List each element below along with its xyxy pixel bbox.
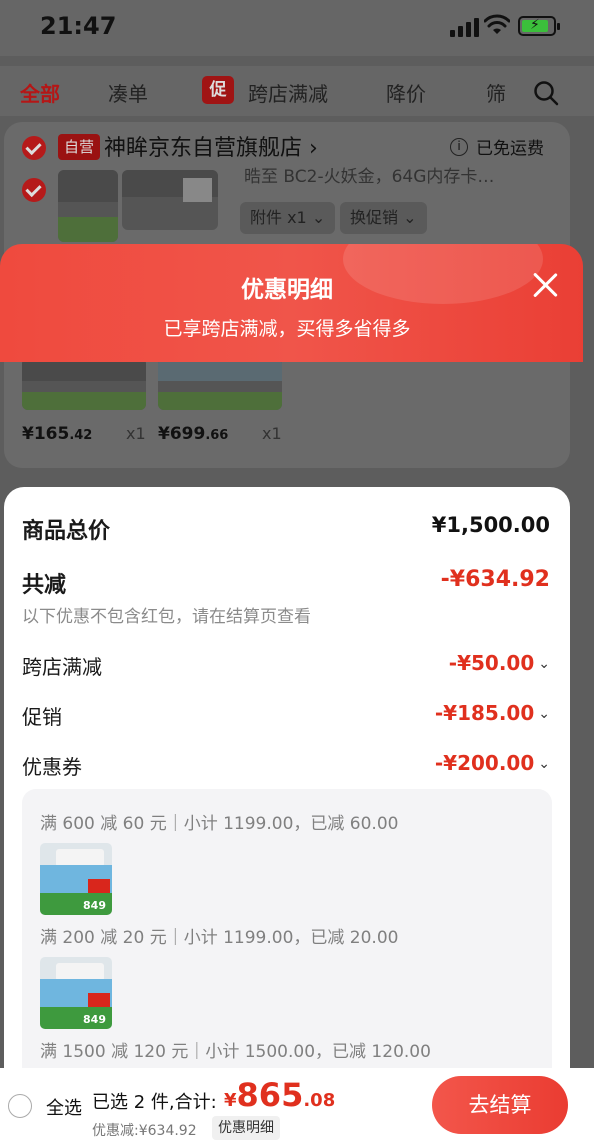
product-description[interactable]: 晧至 BC2-火妖金，64G内存卡… xyxy=(244,162,494,187)
chevron-down-icon[interactable]: ⌄ xyxy=(538,656,550,672)
item-qty: x1 xyxy=(262,424,282,443)
wifi-icon xyxy=(484,14,510,34)
coupon-line: 满 200 减 20 元｜小计 1199.00，已减 20.00 xyxy=(40,928,399,948)
checkout-bar: 全选 已选 2 件,合计: ¥865.08 优惠减:¥634.92 优惠明细 去… xyxy=(0,1068,594,1144)
checkout-button[interactable]: 去结算 xyxy=(432,1076,568,1134)
product-thumbnail[interactable]: 849 xyxy=(40,843,112,915)
tab-bundle[interactable]: 凑单 xyxy=(108,78,148,107)
attachments-pill[interactable]: 附件 x1 ⌄ xyxy=(240,202,336,234)
selected-summary: 已选 2 件,合计: xyxy=(92,1092,217,1113)
product-thumbnail[interactable] xyxy=(58,170,118,242)
tab-cross-store[interactable]: 跨店满减 xyxy=(248,78,328,107)
tab-all[interactable]: 全部 xyxy=(20,78,60,107)
free-shipping-label: i 已免运费 xyxy=(450,134,544,159)
promotion-value[interactable]: -¥185.00 ⌄ xyxy=(435,701,550,725)
coupon-label[interactable]: 优惠券 xyxy=(22,751,82,780)
total-price: ¥865.08 xyxy=(224,1076,336,1114)
tab-price-drop[interactable]: 降价 xyxy=(386,78,426,107)
product-thumbnail[interactable] xyxy=(22,358,146,410)
product-thumbnail[interactable]: 849 xyxy=(40,957,112,1029)
banner-subtitle: 已享跨店满减，买得多省得多 xyxy=(163,318,411,340)
change-promo-pill[interactable]: 换促销 ⌄ xyxy=(340,202,427,234)
total-discount-label: 共减 xyxy=(22,573,67,598)
banner-title: 优惠明细 xyxy=(241,277,333,303)
cross-store-value[interactable]: -¥50.00 ⌄ xyxy=(449,651,550,675)
info-icon: i xyxy=(450,137,468,156)
cellular-signal-icon xyxy=(450,18,479,37)
chevron-down-icon[interactable]: ⌄ xyxy=(538,756,550,772)
store-name[interactable]: 神眸京东自营旗舰店 › xyxy=(104,130,318,162)
coupon-line: 满 600 减 60 元｜小计 1199.00，已减 60.00 xyxy=(40,814,399,834)
discount-detail-button[interactable]: 优惠明细 xyxy=(212,1116,280,1140)
tab-filter[interactable]: 筛 xyxy=(486,78,506,107)
coupon-breakdown: 满 600 减 60 元｜小计 1199.00，已减 60.00 849 满 2… xyxy=(22,789,552,1089)
promotion-label[interactable]: 促销 xyxy=(22,701,62,730)
search-icon[interactable] xyxy=(533,80,559,106)
product-thumbnail[interactable] xyxy=(122,170,218,230)
item-price: ¥699.66 xyxy=(158,424,229,444)
promo-badge-icon: 促 xyxy=(202,76,234,104)
select-all-radio[interactable] xyxy=(8,1094,32,1118)
item-price: ¥165.42 xyxy=(22,424,93,444)
close-icon[interactable] xyxy=(532,272,558,298)
filter-tabs: 全部 凑单 促 跨店满减 降价 筛 xyxy=(0,66,594,116)
product-thumbnail[interactable] xyxy=(158,358,282,410)
discount-summary: 优惠减:¥634.92 xyxy=(92,1123,197,1139)
select-all-label[interactable]: 全选 xyxy=(46,1094,82,1120)
discount-detail-panel: 商品总价 ¥1,500.00 共减 -¥634.92 以下优惠不包含红包，请在结… xyxy=(4,487,570,1089)
status-time: 21:47 xyxy=(40,12,117,40)
item-qty: x1 xyxy=(126,424,146,443)
status-bar: 21:47 ⚡ xyxy=(0,0,594,56)
coupon-value[interactable]: -¥200.00 ⌄ xyxy=(435,751,550,775)
discount-detail-banner: 优惠明细 已享跨店满减，买得多省得多 xyxy=(0,244,583,362)
total-discount-value: -¥634.92 xyxy=(440,567,550,592)
chevron-down-icon[interactable]: ⌄ xyxy=(538,706,550,722)
battery-icon: ⚡ xyxy=(518,16,560,36)
cross-store-label[interactable]: 跨店满减 xyxy=(22,651,102,680)
item-check-icon[interactable] xyxy=(22,178,46,202)
coupon-line: 满 1500 减 120 元｜小计 1500.00，已减 120.00 xyxy=(40,1042,431,1062)
store-check-icon[interactable] xyxy=(22,136,46,160)
goods-total-value: ¥1,500.00 xyxy=(431,513,550,537)
self-operated-badge: 自营 xyxy=(58,134,101,160)
goods-total-label: 商品总价 xyxy=(22,519,111,544)
discount-note: 以下优惠不包含红包，请在结算页查看 xyxy=(22,607,311,627)
